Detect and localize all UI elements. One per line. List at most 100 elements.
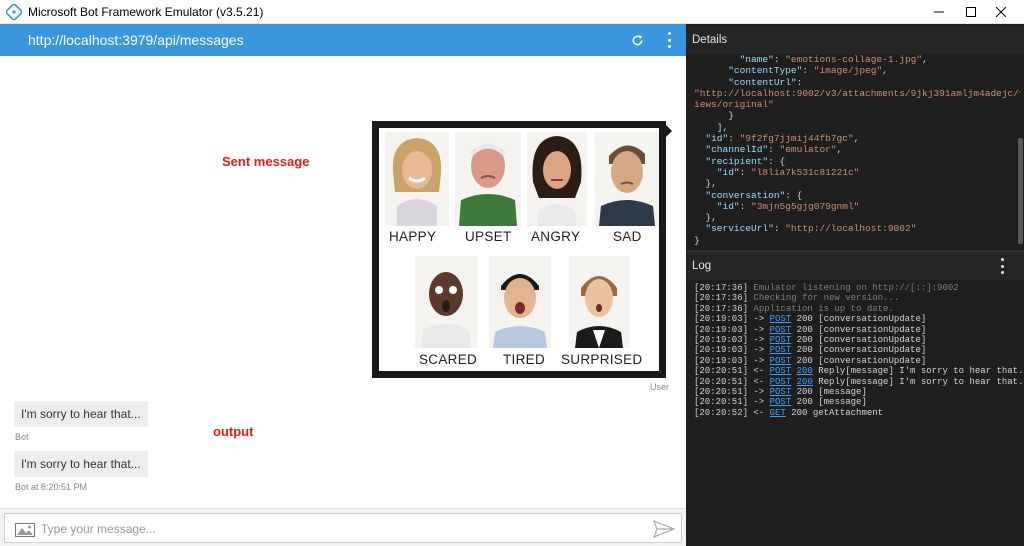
log-text: Reply[message] I'm sorry to hear that... (812, 366, 1024, 377)
upload-image-icon[interactable] (15, 523, 35, 537)
log-link[interactable]: POST (770, 397, 792, 407)
json-punctuation: , (853, 133, 860, 145)
json-punctuation (694, 77, 728, 88)
bot-emulator-icon (6, 3, 22, 20)
log-link[interactable]: POST (770, 325, 792, 335)
face-happy-photo (385, 132, 449, 226)
json-string: "image/jpeg" (813, 65, 883, 77)
details-header: Details (686, 26, 1024, 54)
json-line: }, (694, 178, 1020, 189)
chat-pane: http://localhost:3979/api/messages Sent … (0, 24, 686, 546)
bot-message-bubble[interactable]: I'm sorry to hear that... (14, 451, 148, 477)
log-text: 200 [conversationUpdate] (791, 335, 927, 346)
log-link[interactable]: POST (770, 314, 792, 324)
json-punctuation: : (802, 65, 814, 77)
json-line: "http://localhost:9002/v3/attachments/9j… (694, 88, 1020, 99)
compose-bar (0, 508, 686, 546)
json-punctuation (694, 167, 717, 178)
json-key: "recipient" (705, 155, 769, 167)
json-line: ], (694, 122, 1020, 133)
json-string: iews/original" (694, 99, 774, 111)
endpoint-url[interactable]: http://localhost:3979/api/messages (28, 32, 244, 48)
json-string: "3mjn5g5gjg079gnml" (751, 200, 860, 212)
json-key: "id" (716, 200, 740, 212)
log-entry: [20:20:51] <- POST 200 Reply[message] I'… (694, 366, 1024, 377)
log-entry: [20:19:03] -> POST 200 [conversationUpda… (694, 335, 1022, 345)
json-line: }, (694, 212, 1020, 223)
close-button[interactable] (978, 0, 1024, 24)
json-line: } (694, 110, 1020, 121)
log-menu-icon[interactable] (1000, 258, 1004, 274)
log-text: [20:19:03] -> (694, 314, 770, 325)
json-punctuation: : (768, 144, 780, 156)
log-link[interactable]: POST (770, 345, 792, 355)
json-line: "serviceUrl": "http://localhost:9002" (694, 223, 1020, 234)
json-string: "http://localhost:9002/v3/attachments/9j… (694, 87, 1020, 99)
json-line: "id": "9f2fg7jjmij44fb7gc", (694, 133, 1020, 144)
log-link[interactable]: 200 (797, 377, 813, 387)
json-string: "emotions-collage-1.jpg" (785, 54, 923, 65)
json-punctuation: : (773, 223, 786, 235)
json-line: } (694, 235, 1020, 246)
details-scrollbar[interactable] (1018, 138, 1023, 244)
json-line: "conversation": { (694, 190, 1020, 201)
json-key: "id" (705, 133, 729, 145)
log-link[interactable]: POST (770, 387, 792, 397)
log-link[interactable]: POST (770, 356, 792, 366)
json-string: "http://localhost:9002" (785, 223, 917, 235)
json-punctuation: : (728, 133, 740, 145)
send-icon[interactable] (653, 520, 675, 538)
log-entry: [20:17:36] Application is up to date. (694, 304, 1022, 314)
log-text: [20:19:03] -> (694, 345, 770, 356)
face-sad-photo (595, 132, 659, 226)
log-text: [20:17:36] (694, 283, 754, 293)
close-icon (996, 7, 1006, 17)
log-link[interactable]: GET (770, 408, 786, 418)
bot-message-text: I'm sorry to hear that... (21, 407, 141, 421)
log-text: [20:17:36] (694, 303, 754, 314)
log-entry: [20:20:51] <- POST 200 Reply[message] I'… (694, 376, 1024, 387)
label-upset: UPSET (465, 229, 512, 244)
log-text: 200 [conversationUpdate] (791, 324, 927, 335)
json-line: "contentType": "image/jpeg", (694, 65, 1020, 76)
chat-menu-button[interactable] (658, 24, 680, 56)
log-entry: [20:19:03] -> POST 200 [conversationUpda… (694, 314, 1022, 324)
bot-message-text: I'm sorry to hear that... (21, 457, 141, 471)
json-line: "id": "l8lia7k531c81221c" (694, 167, 1020, 178)
json-punctuation: : (773, 54, 786, 65)
bot-message-bubble[interactable]: I'm sorry to hear that... (14, 401, 148, 427)
log-text: [20:19:03] -> (694, 324, 770, 335)
log-system-text: Application is up to date. (753, 303, 894, 314)
json-key: "serviceUrl" (705, 223, 774, 235)
json-string: "9f2fg7jjmij44fb7gc" (739, 133, 854, 145)
log-text: 200 getAttachment (785, 407, 884, 418)
json-punctuation: , (836, 144, 843, 156)
log-text: [20:20:51] -> (694, 387, 770, 398)
details-json-view[interactable]: "name": "emotions-collage-1.jpg", "conte… (694, 54, 1020, 250)
log-text: Reply[message] I'm sorry to hear that... (812, 376, 1024, 387)
json-key: "contentUrl" (728, 76, 797, 88)
json-line: "contentUrl": (694, 77, 1020, 88)
log-link[interactable]: 200 (797, 366, 813, 376)
log-text: [20:17:36] (694, 293, 754, 304)
log-system-text: Emulator listening on http://[::]:9002 (753, 283, 959, 293)
refresh-button[interactable] (626, 24, 648, 56)
log-header: Log (686, 252, 1024, 280)
log-entry: [20:20:52] <- GET 200 getAttachment (694, 408, 1022, 418)
message-input[interactable] (41, 519, 641, 539)
json-punctuation: : { (768, 155, 786, 167)
json-key: "name" (694, 54, 774, 65)
log-view: [20:17:36] Emulator listening on http://… (694, 283, 1024, 418)
label-scared: SCARED (419, 352, 478, 367)
log-link[interactable]: POST (770, 377, 792, 387)
log-link[interactable]: POST (770, 335, 792, 345)
json-string: "emulator" (779, 144, 837, 156)
log-link[interactable]: POST (770, 366, 792, 376)
label-happy: HAPPY (389, 229, 437, 244)
log-text: 200 [conversationUpdate] (791, 355, 927, 366)
json-punctuation (694, 223, 705, 234)
sent-image-attachment[interactable]: HAPPY UPSET ANGRY SAD SCARED TIRED SURPR… (372, 121, 666, 378)
log-text: [20:20:52] <- (694, 407, 770, 418)
log-text: [20:20:51] <- (694, 366, 770, 377)
json-punctuation: : (796, 76, 803, 88)
